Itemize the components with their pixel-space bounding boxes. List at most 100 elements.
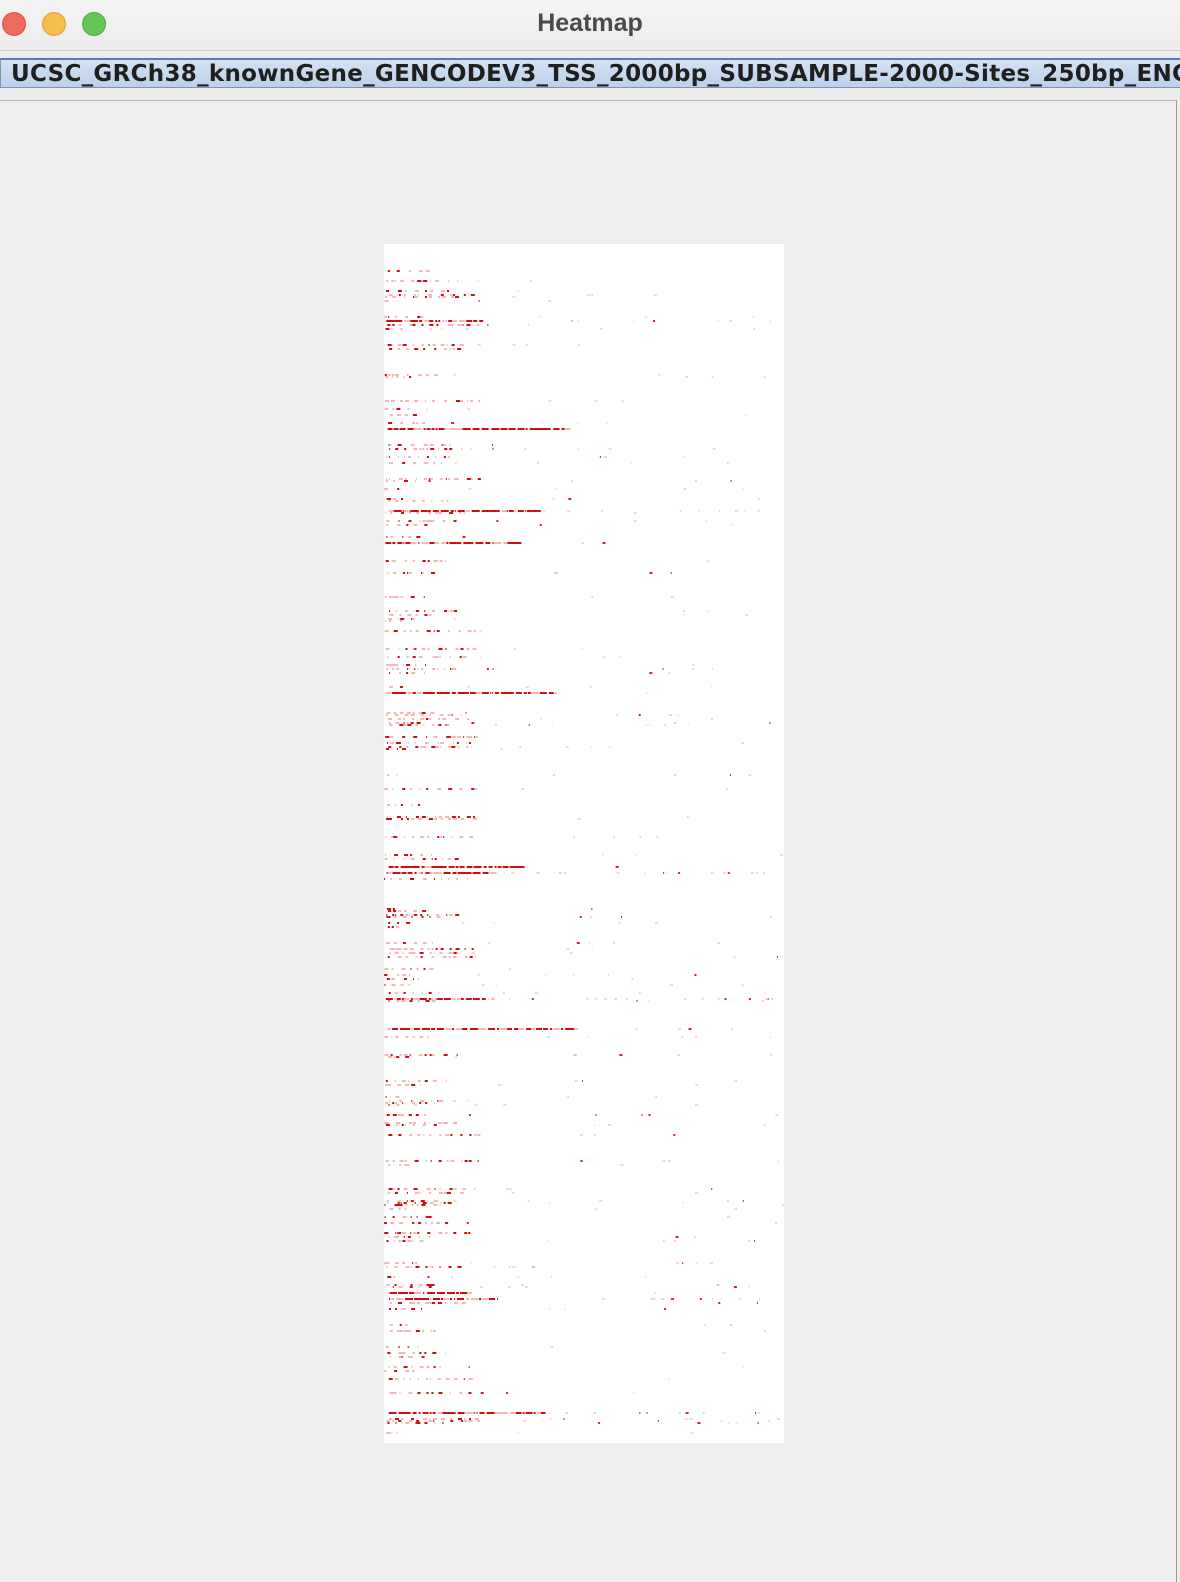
heatmap-cell xyxy=(426,1392,429,1394)
heatmap-cell xyxy=(417,1080,421,1082)
heatmap-cell xyxy=(412,992,414,994)
heatmap-cell xyxy=(481,510,490,512)
heatmap-cell xyxy=(747,1240,751,1242)
heatmap-cell xyxy=(414,668,416,670)
tab-dataset[interactable]: UCSC_GRCh38_knownGene_GENCODEV3_TSS_2000… xyxy=(0,58,1180,88)
heatmap-cell xyxy=(451,816,456,818)
heatmap-cell xyxy=(500,428,508,430)
heatmap-cell xyxy=(503,542,508,544)
heatmap-cell xyxy=(470,478,473,480)
heatmap-cell xyxy=(410,998,413,1000)
heatmap-cell xyxy=(729,1324,733,1326)
heatmap-cell xyxy=(440,294,444,296)
heatmap-cell xyxy=(403,1378,405,1380)
heatmap-cell xyxy=(386,536,388,538)
heatmap-cell xyxy=(497,866,499,868)
heatmap-cell xyxy=(427,560,430,562)
heatmap-cell xyxy=(427,1216,432,1218)
heatmap-cell xyxy=(441,500,444,502)
heatmap-cell xyxy=(474,1104,478,1106)
heatmap-cell xyxy=(421,648,426,650)
heatmap-cell xyxy=(385,290,389,292)
heatmap-cell xyxy=(399,1164,402,1166)
heatmap-cell xyxy=(432,1352,437,1354)
heatmap-cell xyxy=(517,290,519,292)
heatmap-cell xyxy=(417,804,420,806)
heatmap-cell xyxy=(460,818,464,820)
heatmap-cell xyxy=(429,916,431,918)
heatmap-cell xyxy=(468,1378,473,1380)
heatmap-cell xyxy=(459,836,464,838)
heatmap-cell xyxy=(457,324,462,326)
heatmap-cell xyxy=(388,992,391,994)
heatmap-cell xyxy=(433,656,438,658)
heatmap-cell xyxy=(428,478,430,480)
heatmap-cell xyxy=(505,1104,507,1106)
heatmap-cell xyxy=(416,1216,418,1218)
heatmap-cell xyxy=(446,500,449,502)
heatmap-cell xyxy=(412,998,420,1000)
heatmap-cell xyxy=(399,686,403,688)
heatmap-cell xyxy=(409,1000,413,1002)
heatmap-cell xyxy=(502,866,509,868)
heatmap-cell xyxy=(415,746,419,748)
heatmap-cell xyxy=(445,428,448,430)
heatmap-cell xyxy=(403,1202,407,1204)
heatmap-cell xyxy=(404,714,409,716)
heatmap-cell xyxy=(417,374,422,376)
heatmap-cell xyxy=(422,1028,431,1030)
heatmap-cell xyxy=(633,512,637,514)
heatmap-cell xyxy=(394,714,399,716)
heatmap-cell xyxy=(412,1412,417,1414)
heatmap-cell xyxy=(422,1202,427,1204)
heatmap-cell xyxy=(474,1134,477,1136)
heatmap-cell xyxy=(404,854,409,856)
heatmap-cell xyxy=(395,1096,400,1098)
heatmap-cell xyxy=(392,1102,395,1104)
heatmap-cell xyxy=(403,948,408,950)
heatmap-cell xyxy=(571,480,574,482)
heatmap-cell xyxy=(537,1412,540,1414)
heatmap-cell xyxy=(389,1308,392,1310)
heatmap-cell xyxy=(398,1356,402,1358)
heatmap-cell xyxy=(511,1192,515,1194)
heatmap-cell xyxy=(489,1298,496,1300)
heatmap-cell xyxy=(393,428,399,430)
heatmap-cell xyxy=(503,872,505,874)
heatmap-cell xyxy=(389,1208,394,1210)
heatmap-cell xyxy=(438,1232,443,1234)
heatmap-cell xyxy=(508,428,516,430)
heatmap-cell xyxy=(563,1418,565,1420)
heatmap-cell xyxy=(409,1392,413,1394)
heatmap-cell xyxy=(399,400,403,402)
heatmap-cell xyxy=(456,998,460,1000)
heatmap-cell xyxy=(467,686,470,688)
heatmap-cell xyxy=(389,742,394,744)
heatmap-cell xyxy=(470,1028,479,1030)
heatmap-cell xyxy=(490,998,495,1000)
heatmap-cell xyxy=(434,456,436,458)
heatmap-cell xyxy=(447,324,451,326)
heatmap-cell xyxy=(764,992,766,994)
heatmap-cell xyxy=(436,692,445,694)
heatmap-cell xyxy=(411,1204,414,1206)
heatmap-cell xyxy=(440,746,442,748)
heatmap-cell xyxy=(433,630,435,632)
heatmap-cell xyxy=(500,692,502,694)
heatmap-cell xyxy=(599,456,601,458)
heatmap-cell xyxy=(434,542,440,544)
heatmap-cell xyxy=(457,510,465,512)
heatmap-cell xyxy=(454,462,457,464)
heatmap-cell xyxy=(403,456,405,458)
heatmap-cell xyxy=(424,1352,427,1354)
heatmap-cell xyxy=(393,1276,396,1278)
heatmap-cell xyxy=(433,818,437,820)
heatmap-cell xyxy=(384,1036,389,1038)
heatmap-cell xyxy=(417,1000,420,1002)
heatmap-cell xyxy=(447,818,451,820)
heatmap-cell xyxy=(424,872,426,874)
heatmap-cell xyxy=(443,836,445,838)
heatmap-cell xyxy=(488,1028,495,1030)
title-bar[interactable]: Heatmap xyxy=(0,0,1180,51)
heatmap-cell xyxy=(407,1080,409,1082)
